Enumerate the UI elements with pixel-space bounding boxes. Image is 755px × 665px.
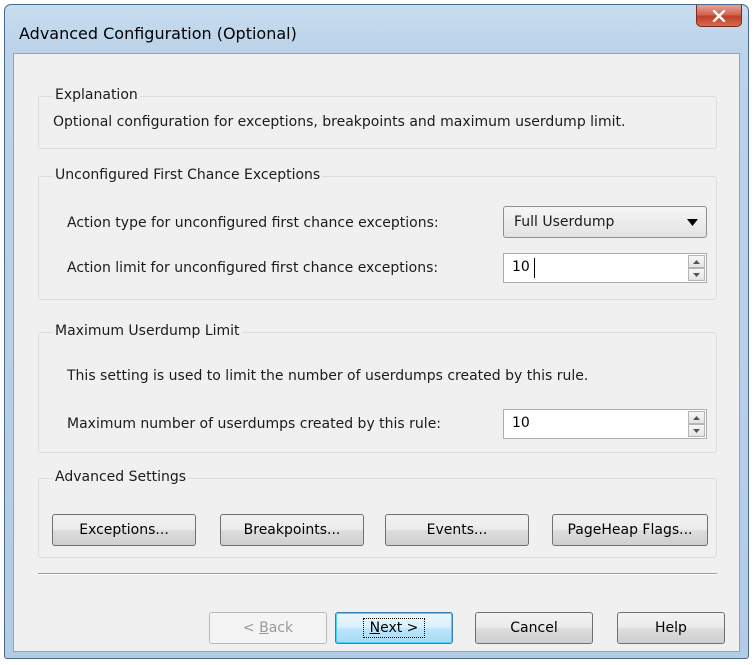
advanced-settings-group-label: Advanced Settings <box>53 469 189 485</box>
back-button-label: < Back <box>242 620 294 636</box>
dialog-window: Advanced Configuration (Optional) Explan… <box>4 4 749 659</box>
action-type-label: Action type for unconfigured first chanc… <box>67 215 439 231</box>
max-userdumps-label: Maximum number of userdumps created by t… <box>67 416 442 432</box>
action-limit-spin-buttons <box>688 255 705 281</box>
max-userdumps-spinbox[interactable] <box>503 409 707 439</box>
events-button[interactable]: Events... <box>385 514 529 546</box>
events-button-label: Events... <box>426 522 488 538</box>
close-icon <box>712 9 726 22</box>
max-userdump-group-label: Maximum Userdump Limit <box>53 323 242 339</box>
cancel-button[interactable]: Cancel <box>475 612 593 644</box>
max-userdumps-spin-buttons <box>688 411 705 437</box>
unconfigured-exceptions-group: Unconfigured First Chance Exceptions Act… <box>38 167 717 300</box>
pageheap-flags-button[interactable]: PageHeap Flags... <box>552 514 708 546</box>
exceptions-button[interactable]: Exceptions... <box>52 514 196 546</box>
max-userdumps-down-button[interactable] <box>688 424 705 437</box>
spin-up-icon <box>693 259 700 264</box>
action-limit-down-button[interactable] <box>688 268 705 281</box>
next-button[interactable]: Next > <box>335 612 453 644</box>
exceptions-button-label: Exceptions... <box>79 522 169 538</box>
cancel-button-label: Cancel <box>510 620 558 636</box>
dialog-body: Explanation Optional configuration for e… <box>13 53 740 652</box>
max-userdumps-input[interactable] <box>512 415 662 431</box>
explanation-group: Explanation Optional configuration for e… <box>38 87 717 149</box>
pageheap-flags-button-label: PageHeap Flags... <box>567 522 693 538</box>
action-limit-spinbox[interactable] <box>503 253 707 283</box>
text-cursor <box>534 258 535 278</box>
help-button[interactable]: Help <box>617 612 725 644</box>
advanced-settings-group: Advanced Settings Exceptions... Breakpoi… <box>38 469 717 558</box>
breakpoints-button[interactable]: Breakpoints... <box>220 514 364 546</box>
unconfigured-group-label: Unconfigured First Chance Exceptions <box>53 167 323 183</box>
max-userdumps-up-button[interactable] <box>688 411 705 424</box>
spin-down-icon <box>693 272 700 277</box>
footer-separator <box>38 573 717 575</box>
action-limit-up-button[interactable] <box>688 255 705 268</box>
explanation-group-label: Explanation <box>53 87 140 103</box>
max-userdump-group: Maximum Userdump Limit This setting is u… <box>38 323 717 453</box>
window-title: Advanced Configuration (Optional) <box>19 24 297 43</box>
spin-up-icon <box>693 415 700 420</box>
next-button-label: Next > <box>362 618 426 638</box>
close-button[interactable] <box>696 5 742 27</box>
spin-down-icon <box>693 428 700 433</box>
action-limit-label: Action limit for unconfigured first chan… <box>67 260 439 276</box>
explanation-text: Optional configuration for exceptions, b… <box>53 114 626 130</box>
chevron-down-icon <box>687 219 698 226</box>
max-userdump-description: This setting is used to limit the number… <box>67 368 589 384</box>
action-type-value: Full Userdump <box>514 214 615 230</box>
action-type-dropdown[interactable]: Full Userdump <box>503 206 707 238</box>
help-button-label: Help <box>655 620 687 636</box>
back-button[interactable]: < Back <box>209 612 327 644</box>
title-bar[interactable]: Advanced Configuration (Optional) <box>5 5 748 53</box>
breakpoints-button-label: Breakpoints... <box>243 522 341 538</box>
